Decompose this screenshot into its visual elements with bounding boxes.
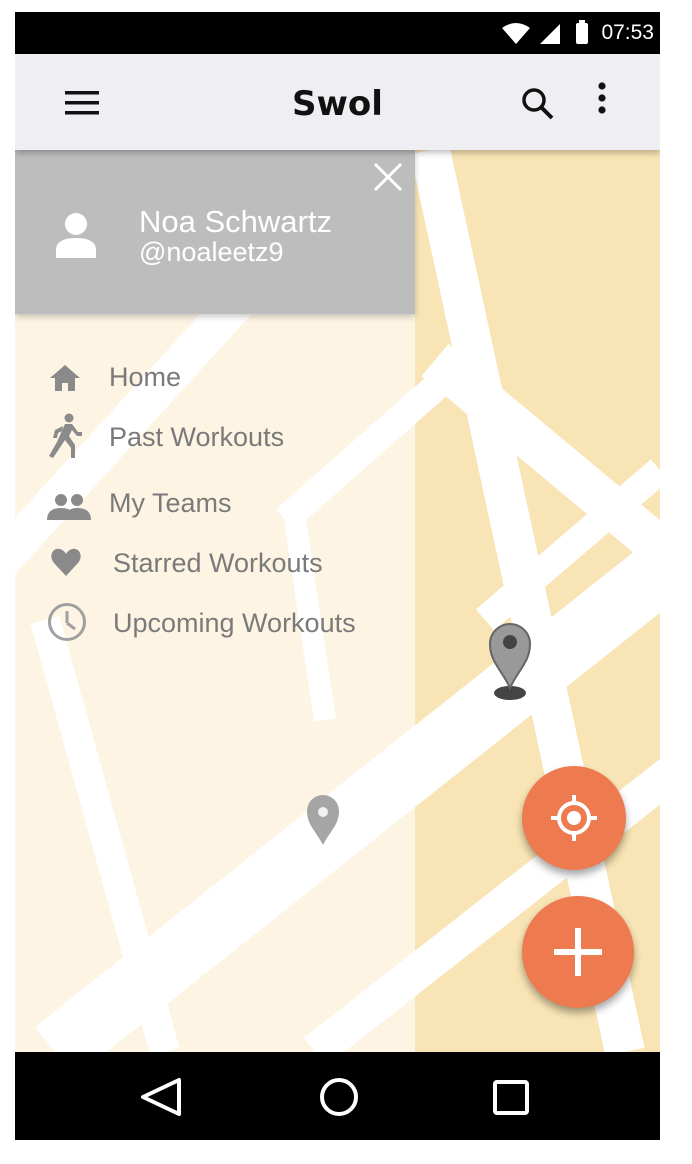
recents-icon[interactable]: [481, 1052, 541, 1140]
status-icons: [502, 20, 588, 44]
back-icon[interactable]: [133, 1052, 193, 1140]
battery-icon: [576, 23, 588, 44]
system-navigation-bar: [15, 1052, 660, 1140]
drawer-item-upcoming-workouts[interactable]: Upcoming Workouts: [15, 598, 415, 648]
drawer-menu: Home Past Workouts My Teams Starred Work…: [15, 314, 415, 1052]
profile-name: Noa Schwartz: [139, 204, 332, 239]
overflow-menu-icon[interactable]: [593, 80, 611, 120]
drawer-item-label: Starred Workouts: [113, 548, 323, 578]
drawer-item-past-workouts[interactable]: Past Workouts: [15, 412, 415, 462]
drawer-item-starred-workouts[interactable]: Starred Workouts: [15, 538, 415, 588]
drawer-profile-header: Noa Schwartz @noaleetz9: [15, 150, 415, 314]
app-title: Swol: [292, 84, 383, 124]
add-workout-button[interactable]: [522, 896, 634, 1008]
search-icon[interactable]: [520, 86, 556, 122]
clock-icon: [48, 603, 86, 641]
app-bar: Swol: [15, 54, 660, 150]
home-nav-icon[interactable]: [309, 1052, 369, 1140]
home-icon: [50, 365, 80, 391]
profile-handle: @noaleetz9: [139, 237, 284, 267]
heart-icon: [51, 548, 81, 576]
drawer-item-label: My Teams: [109, 488, 232, 518]
phone-screen: 07:53 Swol Noa Schwartz @noaleetz9 Home …: [15, 12, 660, 1140]
status-bar: 07:53: [15, 12, 660, 54]
signal-icon: [540, 24, 560, 44]
crosshair-icon: [551, 795, 597, 841]
close-icon[interactable]: [373, 162, 403, 192]
plus-icon: [554, 928, 602, 976]
drawer-item-label: Upcoming Workouts: [113, 608, 356, 638]
wifi-icon: [502, 23, 530, 44]
drawer-item-home[interactable]: Home: [15, 352, 415, 402]
run-icon: [49, 413, 82, 458]
avatar-icon: [56, 213, 96, 258]
status-time: 07:53: [601, 21, 654, 44]
drawer-item-my-teams[interactable]: My Teams: [15, 478, 415, 528]
drawer-item-label: Past Workouts: [109, 422, 285, 452]
drawer-item-label: Home: [109, 362, 182, 392]
locate-me-button[interactable]: [522, 766, 626, 870]
group-icon: [47, 494, 91, 520]
